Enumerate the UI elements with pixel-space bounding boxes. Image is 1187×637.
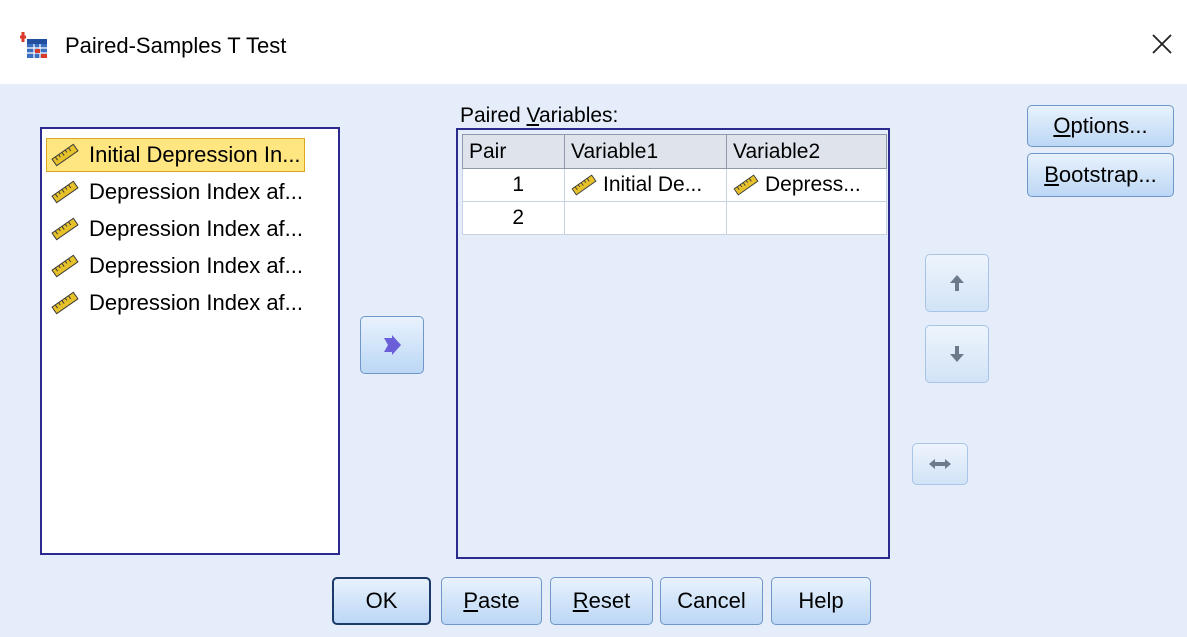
scale-ruler-icon <box>51 291 79 315</box>
swap-arrows-icon <box>929 459 951 469</box>
reset-label: eset <box>588 588 631 613</box>
move-to-paired-button[interactable] <box>360 316 424 374</box>
list-item-label: Depression Index af... <box>89 290 304 315</box>
list-item-content: Depression Index af... <box>46 286 307 320</box>
source-variable-list[interactable]: Initial Depression In... Depression Index… <box>40 127 340 555</box>
variable2-cell[interactable] <box>726 201 887 235</box>
variable2-cell[interactable]: Depress... <box>726 168 887 202</box>
paired-variables-label: Paired Variables: <box>460 104 618 128</box>
close-button[interactable] <box>1146 28 1178 60</box>
list-item-label: Initial Depression In... <box>89 142 301 167</box>
title-bar: Paired-Samples T Test <box>0 0 1187 84</box>
options-mnemonic: O <box>1053 113 1071 138</box>
reset-button[interactable]: Reset <box>550 577 653 625</box>
help-button[interactable]: Help <box>771 577 871 625</box>
list-item-content: Initial Depression In... <box>46 138 305 172</box>
list-item-content: Depression Index af... <box>46 249 307 283</box>
scale-ruler-icon <box>733 174 759 196</box>
scale-ruler-icon <box>51 254 79 278</box>
label-prefix: Paired <box>460 104 527 127</box>
move-up-button[interactable] <box>925 254 989 312</box>
window-title: Paired-Samples T Test <box>65 33 287 58</box>
ok-button[interactable]: OK <box>332 577 431 625</box>
list-item[interactable]: Depression Index af... <box>46 175 334 209</box>
table-header-row: Pair Variable1 Variable2 <box>462 134 887 169</box>
scale-ruler-icon <box>51 180 79 204</box>
bootstrap-label: ootstrap... <box>1058 162 1157 187</box>
list-item-label: Depression Index af... <box>89 253 304 278</box>
column-header-variable1[interactable]: Variable1 <box>564 134 727 169</box>
options-label: ptions... <box>1070 113 1148 138</box>
variable1-cell[interactable] <box>564 201 727 235</box>
scale-ruler-icon <box>51 217 79 241</box>
list-item-content: Depression Index af... <box>46 175 307 209</box>
table-row[interactable]: 1 Initial De... Depress... <box>462 168 887 202</box>
cancel-label: Cancel <box>677 588 746 613</box>
list-item[interactable]: Depression Index af... <box>46 286 334 320</box>
bootstrap-button[interactable]: Bootstrap... <box>1027 153 1174 197</box>
reset-mnemonic: R <box>572 588 589 613</box>
scale-ruler-icon <box>51 143 79 167</box>
pair-number-cell[interactable]: 2 <box>462 201 565 235</box>
list-item[interactable]: Depression Index af... <box>46 212 334 246</box>
column-header-variable2[interactable]: Variable2 <box>726 134 887 169</box>
variable1-label: Initial De... <box>603 173 703 196</box>
pair-number-cell[interactable]: 1 <box>462 168 565 202</box>
paired-variables-table: Pair Variable1 Variable2 1 Initial De... <box>462 134 887 235</box>
table-row[interactable]: 2 <box>462 201 887 235</box>
options-button[interactable]: Options... <box>1027 105 1174 147</box>
variable2-label: Depress... <box>765 173 861 196</box>
bootstrap-mnemonic: B <box>1044 162 1059 187</box>
arrow-up-icon <box>950 275 964 291</box>
paste-mnemonic: P <box>463 588 479 613</box>
list-item-label: Depression Index af... <box>89 216 304 241</box>
column-header-pair[interactable]: Pair <box>462 134 565 169</box>
label-suffix: ariables: <box>539 104 619 127</box>
cancel-button[interactable]: Cancel <box>660 577 763 625</box>
variable1-cell[interactable]: Initial De... <box>564 168 727 202</box>
list-item[interactable]: Initial Depression In... <box>46 138 334 172</box>
help-label: Help <box>798 588 844 613</box>
list-item[interactable]: Depression Index af... <box>46 249 334 283</box>
arrow-down-icon <box>950 346 964 362</box>
spss-table-icon <box>20 32 47 58</box>
paste-button[interactable]: Paste <box>441 577 542 625</box>
close-x-icon <box>1152 34 1172 54</box>
list-item-content: Depression Index af... <box>46 212 307 246</box>
paste-label: aste <box>478 588 520 613</box>
label-mnemonic: V <box>526 104 539 127</box>
list-item-label: Depression Index af... <box>89 179 304 204</box>
ok-label: OK <box>365 588 398 613</box>
swap-variables-button[interactable] <box>912 443 968 485</box>
arrow-right-icon <box>384 335 401 355</box>
paired-variables-box[interactable]: Pair Variable1 Variable2 1 Initial De... <box>456 128 890 559</box>
scale-ruler-icon <box>571 174 597 196</box>
move-down-button[interactable] <box>925 325 989 383</box>
